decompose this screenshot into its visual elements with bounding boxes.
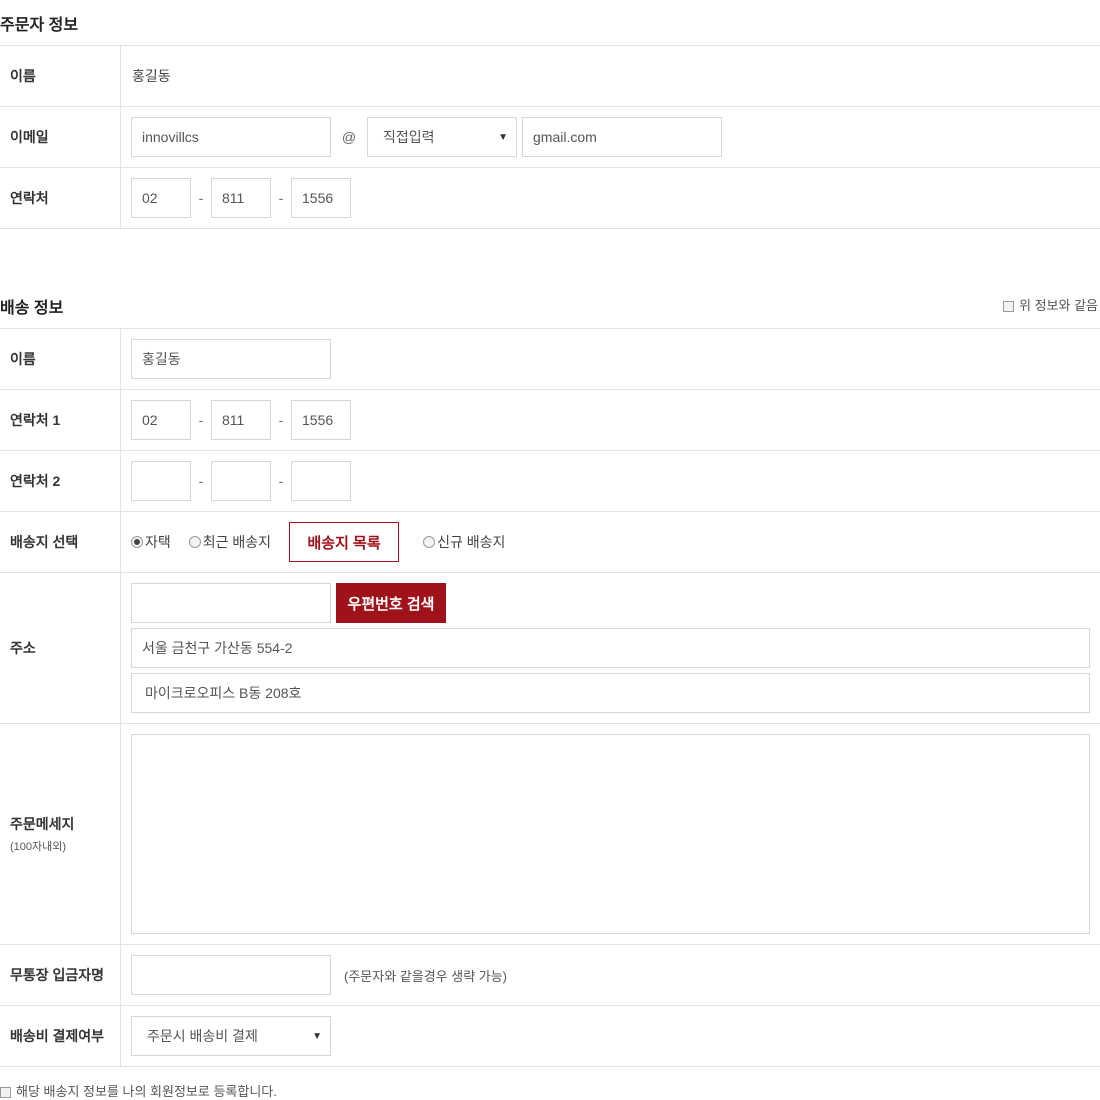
phone-dash: - <box>198 473 204 489</box>
shipping-phone1-part3-input[interactable]: 1556 <box>291 400 351 440</box>
shipping-form-table: 이름 홍길동 연락처 1 02 - 811 - 1556 연락처 2 - - 배… <box>0 328 1100 1067</box>
message-label: 주문메세지 <box>10 816 75 832</box>
fee-select[interactable]: 주문시 배송비 결제 ▼ <box>131 1016 331 1056</box>
chevron-down-icon: ▼ <box>312 1030 322 1042</box>
address-list-button[interactable]: 배송지 목록 <box>289 522 400 562</box>
shipping-phone2-label: 연락처 2 <box>0 451 121 511</box>
same-as-above-label: 위 정보와 같음 <box>1019 298 1098 313</box>
phone-dash: - <box>278 412 284 428</box>
orderer-name-value: 홍길동 <box>132 68 171 84</box>
radio-recent-label: 최근 배송지 <box>202 534 272 550</box>
fee-row: 배송비 결제여부 주문시 배송비 결제 ▼ <box>0 1006 1100 1067</box>
radio-new[interactable]: 신규 배송지 <box>423 532 505 552</box>
at-sign: @ <box>341 129 357 145</box>
orderer-phone-label: 연락처 <box>0 168 121 228</box>
chevron-down-icon: ▼ <box>498 131 508 143</box>
phone-dash: - <box>278 473 284 489</box>
radio-new-label: 신규 배송지 <box>437 534 506 550</box>
shipping-phone2-row: 연락처 2 - - <box>0 451 1100 512</box>
email-domain-input[interactable]: gmail.com <box>522 117 722 157</box>
radio-unchecked-icon <box>423 536 436 548</box>
zipcode-input[interactable] <box>131 583 331 623</box>
checkbox-icon <box>1003 301 1015 313</box>
shipping-phone2-part2-input[interactable] <box>211 461 271 501</box>
register-address-label: 해당 배송지 정보를 나의 회원정보로 등록합니다. <box>16 1084 277 1099</box>
radio-home-label: 자택 <box>145 534 171 550</box>
orderer-phone-part2-input[interactable]: 811 <box>211 178 271 218</box>
email-id-input[interactable]: innovillcs <box>131 117 331 157</box>
depositor-note: (주문자와 같을경우 생략 가능) <box>344 968 508 984</box>
radio-recent[interactable]: 최근 배송지 <box>188 532 272 552</box>
depositor-row: 무통장 입금자명 (주문자와 같을경우 생략 가능) <box>0 945 1100 1006</box>
shipping-phone1-row: 연락처 1 02 - 811 - 1556 <box>0 390 1100 451</box>
phone-dash: - <box>278 190 284 206</box>
shipping-name-row: 이름 홍길동 <box>0 329 1100 390</box>
message-sublabel: (100자내외) <box>10 841 67 853</box>
fee-label: 배송비 결제여부 <box>0 1006 121 1066</box>
shipping-phone2-part1-input[interactable] <box>131 461 191 501</box>
destination-label: 배송지 선택 <box>0 512 121 572</box>
address-row: 주소 우편번호 검색 서울 금천구 가산동 554-2 마이크로오피스 B동 2… <box>0 573 1100 724</box>
orderer-name-label: 이름 <box>0 46 121 106</box>
depositor-label: 무통장 입금자명 <box>0 945 121 1005</box>
same-as-above-checkbox[interactable]: 위 정보와 같음 <box>1003 295 1098 314</box>
register-address-checkbox[interactable]: 해당 배송지 정보를 나의 회원정보로 등록합니다. <box>0 1081 277 1100</box>
orderer-phone-part3-input[interactable]: 1556 <box>291 178 351 218</box>
shipping-phone1-label: 연락처 1 <box>0 390 121 450</box>
address1-input[interactable]: 서울 금천구 가산동 554-2 <box>131 628 1090 668</box>
radio-unchecked-icon <box>188 536 201 548</box>
shipping-phone1-part2-input[interactable]: 811 <box>211 400 271 440</box>
orderer-email-row: 이메일 innovillcs @ 직접입력 ▼ gmail.com <box>0 107 1100 168</box>
shipping-section-title: 배송 정보 <box>0 300 64 317</box>
shipping-phone2-part3-input[interactable] <box>291 461 351 501</box>
orderer-phone-row: 연락처 02 - 811 - 1556 <box>0 168 1100 229</box>
orderer-email-label: 이메일 <box>0 107 121 167</box>
checkbox-icon <box>0 1087 11 1099</box>
message-label-group: 주문메세지 (100자내외) <box>0 724 121 944</box>
orderer-phone-part1-input[interactable]: 02 <box>131 178 191 218</box>
radio-home[interactable]: 자택 <box>131 532 171 552</box>
depositor-input[interactable] <box>131 955 331 995</box>
orderer-section-title: 주문자 정보 <box>0 17 79 34</box>
destination-row: 배송지 선택 자택 최근 배송지 배송지 목록 신규 배송지 <box>0 512 1100 573</box>
shipping-name-label: 이름 <box>0 329 121 389</box>
email-domain-select-value: 직접입력 <box>383 129 435 145</box>
orderer-name-row: 이름 홍길동 <box>0 46 1100 107</box>
phone-dash: - <box>198 412 204 428</box>
shipping-name-input[interactable]: 홍길동 <box>131 339 331 379</box>
shipping-phone1-part1-input[interactable]: 02 <box>131 400 191 440</box>
order-message-textarea[interactable] <box>131 734 1090 934</box>
email-domain-select[interactable]: 직접입력 ▼ <box>367 117 517 157</box>
message-row: 주문메세지 (100자내외) <box>0 724 1100 945</box>
phone-dash: - <box>198 190 204 206</box>
orderer-form-table: 이름 홍길동 이메일 innovillcs @ 직접입력 ▼ gmail.com… <box>0 45 1100 229</box>
address2-input[interactable]: 마이크로오피스 B동 208호 <box>131 673 1090 713</box>
radio-checked-icon <box>131 536 143 548</box>
address-label: 주소 <box>0 573 121 723</box>
fee-select-value: 주문시 배송비 결제 <box>147 1028 258 1044</box>
zipcode-search-button[interactable]: 우편번호 검색 <box>336 583 446 623</box>
